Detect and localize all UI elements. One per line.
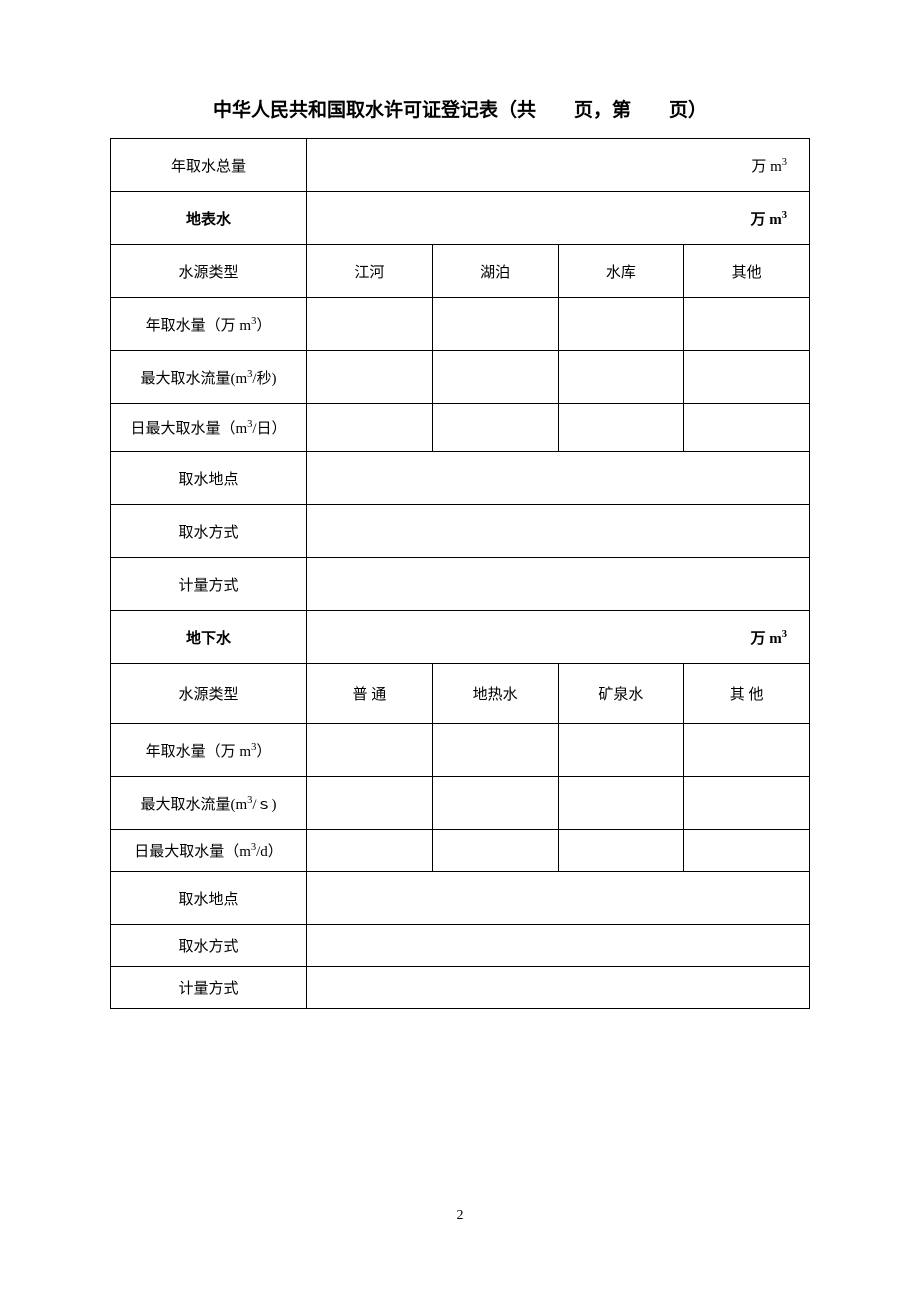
row-intake-method-ground-label: 取水方式 — [111, 925, 307, 967]
row-measure-method-label: 计量方式 — [111, 558, 307, 611]
cell-blank — [558, 351, 684, 404]
page-title: 中华人民共和国取水许可证登记表（共 页，第 页） — [110, 95, 810, 122]
row-surface-water-label: 地表水 — [111, 192, 307, 245]
cell-blank — [307, 872, 810, 925]
cell-blank — [307, 505, 810, 558]
col-other-ground: 其 他 — [684, 664, 810, 724]
row-surface-water-value: 万 m3 — [307, 192, 810, 245]
row-intake-location-label: 取水地点 — [111, 452, 307, 505]
cell-blank — [684, 830, 810, 872]
cell-blank — [432, 404, 558, 452]
cell-blank — [558, 724, 684, 777]
cell-blank — [558, 830, 684, 872]
registration-table: 年取水总量 万 m3 地表水 万 m3 水源类型 江河 湖泊 水库 其他 年取水… — [110, 138, 810, 1009]
page-number: 2 — [0, 1208, 920, 1224]
cell-blank — [684, 351, 810, 404]
cell-blank — [432, 777, 558, 830]
col-lake: 湖泊 — [432, 245, 558, 298]
col-other-surface: 其他 — [684, 245, 810, 298]
row-annual-intake-label: 年取水量（万 m3） — [111, 298, 307, 351]
row-annual-intake-ground-label: 年取水量（万 m3） — [111, 724, 307, 777]
cell-blank — [684, 724, 810, 777]
cell-blank — [307, 298, 433, 351]
cell-blank — [307, 558, 810, 611]
cell-blank — [684, 298, 810, 351]
cell-blank — [307, 351, 433, 404]
cell-blank — [307, 452, 810, 505]
col-geothermal: 地热水 — [432, 664, 558, 724]
cell-blank — [684, 404, 810, 452]
cell-blank — [307, 777, 433, 830]
row-source-type-label: 水源类型 — [111, 245, 307, 298]
row-max-flow-s-label: 最大取水流量(m3/ｓ) — [111, 777, 307, 830]
row-source-type-ground-label: 水源类型 — [111, 664, 307, 724]
row-daily-max-d-label: 日最大取水量（m3/d） — [111, 830, 307, 872]
row-daily-max-day-label: 日最大取水量（m3/日） — [111, 404, 307, 452]
row-groundwater-value: 万 m3 — [307, 611, 810, 664]
col-ordinary: 普 通 — [307, 664, 433, 724]
col-mineral: 矿泉水 — [558, 664, 684, 724]
cell-blank — [558, 298, 684, 351]
row-intake-location-ground-label: 取水地点 — [111, 872, 307, 925]
row-measure-method-ground-label: 计量方式 — [111, 967, 307, 1009]
cell-blank — [558, 404, 684, 452]
row-groundwater-label: 地下水 — [111, 611, 307, 664]
cell-blank — [432, 830, 558, 872]
cell-blank — [558, 777, 684, 830]
cell-blank — [432, 298, 558, 351]
cell-blank — [432, 351, 558, 404]
row-intake-method-label: 取水方式 — [111, 505, 307, 558]
col-reservoir: 水库 — [558, 245, 684, 298]
row-max-flow-sec-label: 最大取水流量(m3/秒) — [111, 351, 307, 404]
cell-blank — [307, 967, 810, 1009]
row-annual-total-value: 万 m3 — [307, 139, 810, 192]
cell-blank — [307, 925, 810, 967]
row-annual-total-label: 年取水总量 — [111, 139, 307, 192]
col-river: 江河 — [307, 245, 433, 298]
cell-blank — [307, 830, 433, 872]
cell-blank — [432, 724, 558, 777]
cell-blank — [307, 404, 433, 452]
cell-blank — [307, 724, 433, 777]
cell-blank — [684, 777, 810, 830]
